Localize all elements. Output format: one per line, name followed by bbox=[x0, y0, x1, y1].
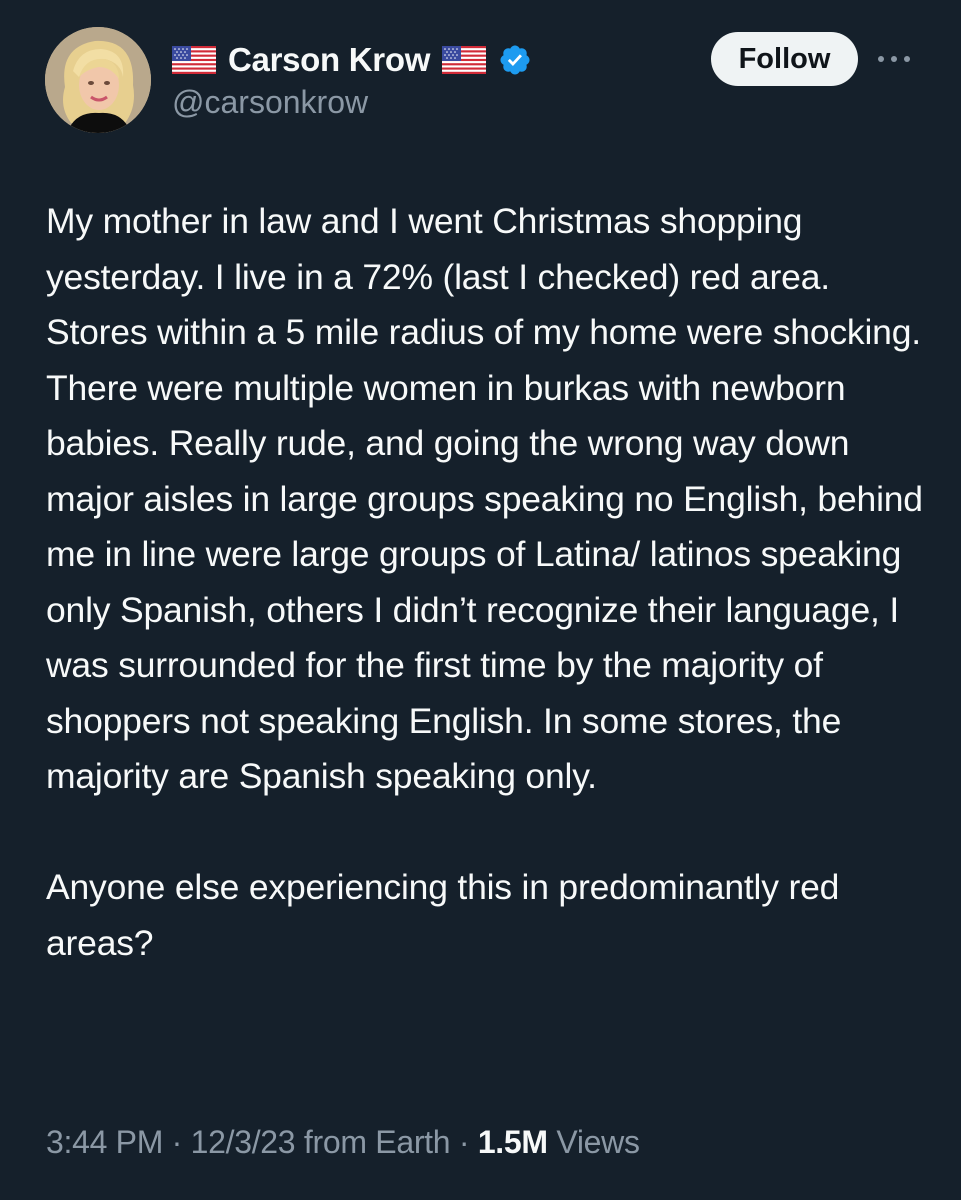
tweet-source: from Earth bbox=[295, 1124, 451, 1160]
us-flag-icon bbox=[442, 46, 487, 74]
follow-button[interactable]: Follow bbox=[711, 32, 858, 86]
meta-separator: · bbox=[163, 1124, 191, 1160]
views-count[interactable]: 1.5M bbox=[478, 1124, 548, 1160]
tweet-text: My mother in law and I went Christmas sh… bbox=[46, 201, 923, 963]
more-dots-icon bbox=[878, 56, 910, 62]
tweet-meta: 3:44 PM · 12/3/23 from Earth · 1.5M View… bbox=[46, 1124, 640, 1161]
tweet-time[interactable]: 3:44 PM bbox=[46, 1124, 163, 1160]
more-options-button[interactable] bbox=[872, 42, 916, 76]
author-name-row: Carson Krow bbox=[172, 38, 532, 82]
tweet-date[interactable]: 12/3/23 bbox=[191, 1124, 296, 1160]
views-label[interactable]: Views bbox=[548, 1124, 640, 1160]
verified-badge-icon bbox=[500, 45, 530, 75]
author-handle[interactable]: @carsonkrow bbox=[172, 84, 368, 121]
author-display-name[interactable]: Carson Krow bbox=[228, 41, 430, 79]
us-flag-icon bbox=[172, 46, 216, 74]
avatar[interactable] bbox=[45, 27, 151, 133]
avatar-image bbox=[45, 27, 151, 133]
meta-separator: · bbox=[450, 1124, 478, 1160]
